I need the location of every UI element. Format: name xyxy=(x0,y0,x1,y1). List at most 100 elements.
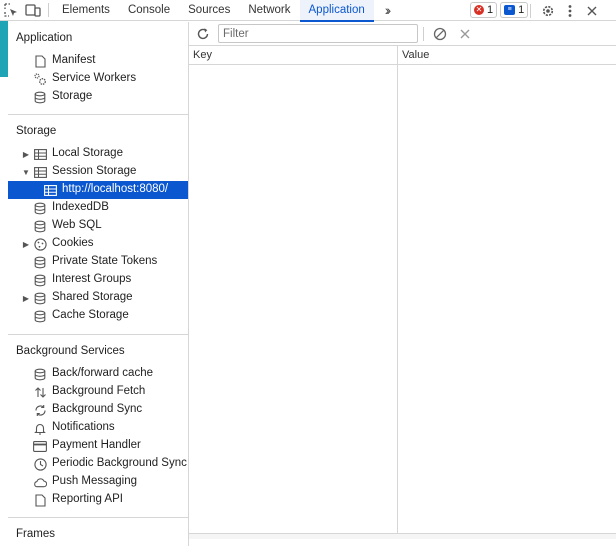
storage-data-grid[interactable]: Key Value xyxy=(189,46,616,536)
message-icon: ≡ xyxy=(504,5,516,15)
settings-gear-icon[interactable] xyxy=(537,0,559,21)
sidebar-item-interest-groups[interactable]: Interest Groups xyxy=(8,271,188,289)
application-sidebar: Application Manifest Service Workers Sto… xyxy=(8,22,189,546)
database-icon xyxy=(33,201,47,215)
more-tabs-chevron-icon[interactable]: ›› xyxy=(376,0,397,21)
sidebar-item-label: Web SQL xyxy=(52,219,102,231)
sidebar-item-push-messaging[interactable]: Push Messaging xyxy=(8,473,188,491)
section-title-background-services: Background Services xyxy=(16,345,125,357)
kebab-menu-icon[interactable] xyxy=(559,0,581,21)
page-edge-strip xyxy=(0,21,8,77)
sidebar-item-private-state-tokens[interactable]: Private State Tokens xyxy=(8,253,188,271)
sidebar-item-shared-storage[interactable]: ▶ Shared Storage xyxy=(8,289,188,307)
sidebar-item-label: Manifest xyxy=(52,54,96,66)
up-down-arrows-icon xyxy=(33,385,47,399)
sidebar-item-label: Back/forward cache xyxy=(52,367,153,379)
sidebar-item-background-fetch[interactable]: Background Fetch xyxy=(8,383,188,401)
close-devtools-icon[interactable] xyxy=(581,0,603,21)
tab-application[interactable]: Application xyxy=(299,0,375,22)
sidebar-item-session-storage[interactable]: ▼ Session Storage xyxy=(8,163,188,181)
sidebar-item-label: Storage xyxy=(52,90,93,102)
sidebar-item-label: Notifications xyxy=(52,421,115,433)
filter-input[interactable] xyxy=(218,24,418,43)
sidebar-item-label: Periodic Background Sync xyxy=(52,457,187,469)
delete-selected-icon[interactable] xyxy=(456,25,474,43)
sidebar-item-notifications[interactable]: Notifications xyxy=(8,419,188,437)
database-icon xyxy=(33,90,47,104)
error-count: 1 xyxy=(487,4,494,16)
sidebar-item-label: Local Storage xyxy=(52,147,123,159)
inspect-element-icon[interactable] xyxy=(0,0,22,21)
clock-icon xyxy=(33,457,47,471)
issue-badges: ✕ 1 ≡ 1 xyxy=(470,2,529,18)
sidebar-item-reporting-api[interactable]: Reporting API xyxy=(8,491,188,509)
sidebar-item-label: Push Messaging xyxy=(52,475,138,487)
sidebar-item-label: Cache Storage xyxy=(52,309,129,321)
database-icon xyxy=(33,291,47,305)
expand-arrow-icon[interactable]: ▶ xyxy=(22,145,30,163)
sidebar-item-label: http://localhost:8080/ xyxy=(62,183,169,195)
sidebar-item-local-storage[interactable]: ▶ Local Storage xyxy=(8,145,188,163)
section-divider xyxy=(8,114,188,115)
file-icon xyxy=(33,493,47,507)
database-icon xyxy=(33,219,47,233)
sidebar-item-cookies[interactable]: ▶ Cookies xyxy=(8,235,188,253)
tab-console[interactable]: Console xyxy=(119,0,179,21)
toolbar-separator xyxy=(423,27,424,41)
sidebar-item-indexeddb[interactable]: IndexedDB xyxy=(8,199,188,217)
tab-network[interactable]: Network xyxy=(239,0,299,21)
sidebar-item-back-forward-cache[interactable]: Back/forward cache xyxy=(8,365,188,383)
bell-icon xyxy=(33,421,47,435)
top-right-controls xyxy=(530,0,603,21)
sidebar-item-label: Session Storage xyxy=(52,165,137,177)
column-header-key[interactable]: Key xyxy=(193,49,212,61)
column-header-value[interactable]: Value xyxy=(402,49,429,61)
sidebar-item-cache-storage[interactable]: Cache Storage xyxy=(8,307,188,325)
data-grid-header: Key Value xyxy=(189,46,616,65)
sidebar-item-label: Service Workers xyxy=(52,72,137,84)
refresh-icon[interactable] xyxy=(191,22,215,46)
section-title-application: Application xyxy=(16,32,73,44)
sidebar-item-label: Shared Storage xyxy=(52,291,133,303)
clear-all-icon[interactable] xyxy=(431,25,449,43)
sidebar-item-service-workers[interactable]: Service Workers xyxy=(8,70,188,88)
sidebar-item-periodic-background-sync[interactable]: Periodic Background Sync xyxy=(8,455,188,473)
expand-arrow-icon[interactable]: ▶ xyxy=(22,235,30,253)
tab-elements[interactable]: Elements xyxy=(53,0,119,21)
section-title-storage: Storage xyxy=(16,125,57,137)
table-icon xyxy=(33,147,47,161)
table-icon xyxy=(43,183,57,197)
section-title-frames: Frames xyxy=(16,528,55,540)
sidebar-item-manifest[interactable]: Manifest xyxy=(8,52,188,70)
section-divider xyxy=(8,334,188,335)
error-count-badge[interactable]: ✕ 1 xyxy=(470,2,498,18)
database-icon xyxy=(33,255,47,269)
collapse-arrow-icon[interactable]: ▼ xyxy=(22,163,30,181)
device-toolbar-icon[interactable] xyxy=(22,0,44,21)
tab-sources[interactable]: Sources xyxy=(179,0,239,21)
sidebar-item-label: Cookies xyxy=(52,237,94,249)
gears-icon xyxy=(33,72,47,86)
sidebar-item-label: Background Sync xyxy=(52,403,143,415)
cookie-icon xyxy=(33,237,47,251)
sidebar-item-label: IndexedDB xyxy=(52,201,109,213)
sidebar-item-payment-handler[interactable]: Payment Handler xyxy=(8,437,188,455)
message-count: 1 xyxy=(518,4,525,16)
message-count-badge[interactable]: ≡ 1 xyxy=(500,2,529,18)
toolbar-separator xyxy=(48,3,49,17)
sidebar-item-label: Payment Handler xyxy=(52,439,141,451)
sidebar-item-label: Interest Groups xyxy=(52,273,132,285)
sidebar-item-web-sql[interactable]: Web SQL xyxy=(8,217,188,235)
sidebar-item-background-sync[interactable]: Background Sync xyxy=(8,401,188,419)
expand-arrow-icon[interactable]: ▶ xyxy=(22,289,30,307)
sidebar-item-label: Private State Tokens xyxy=(52,255,158,267)
cloud-icon xyxy=(33,475,47,489)
toolbar-separator xyxy=(530,3,531,18)
sidebar-item-session-storage-origin[interactable]: http://localhost:8080/ xyxy=(8,181,188,199)
column-divider[interactable] xyxy=(397,46,398,536)
sidebar-item-storage[interactable]: Storage xyxy=(8,88,188,106)
card-icon xyxy=(33,439,47,453)
horizontal-scrollbar[interactable] xyxy=(189,533,616,539)
session-storage-panel: Key Value xyxy=(189,22,616,546)
sync-icon xyxy=(33,403,47,417)
